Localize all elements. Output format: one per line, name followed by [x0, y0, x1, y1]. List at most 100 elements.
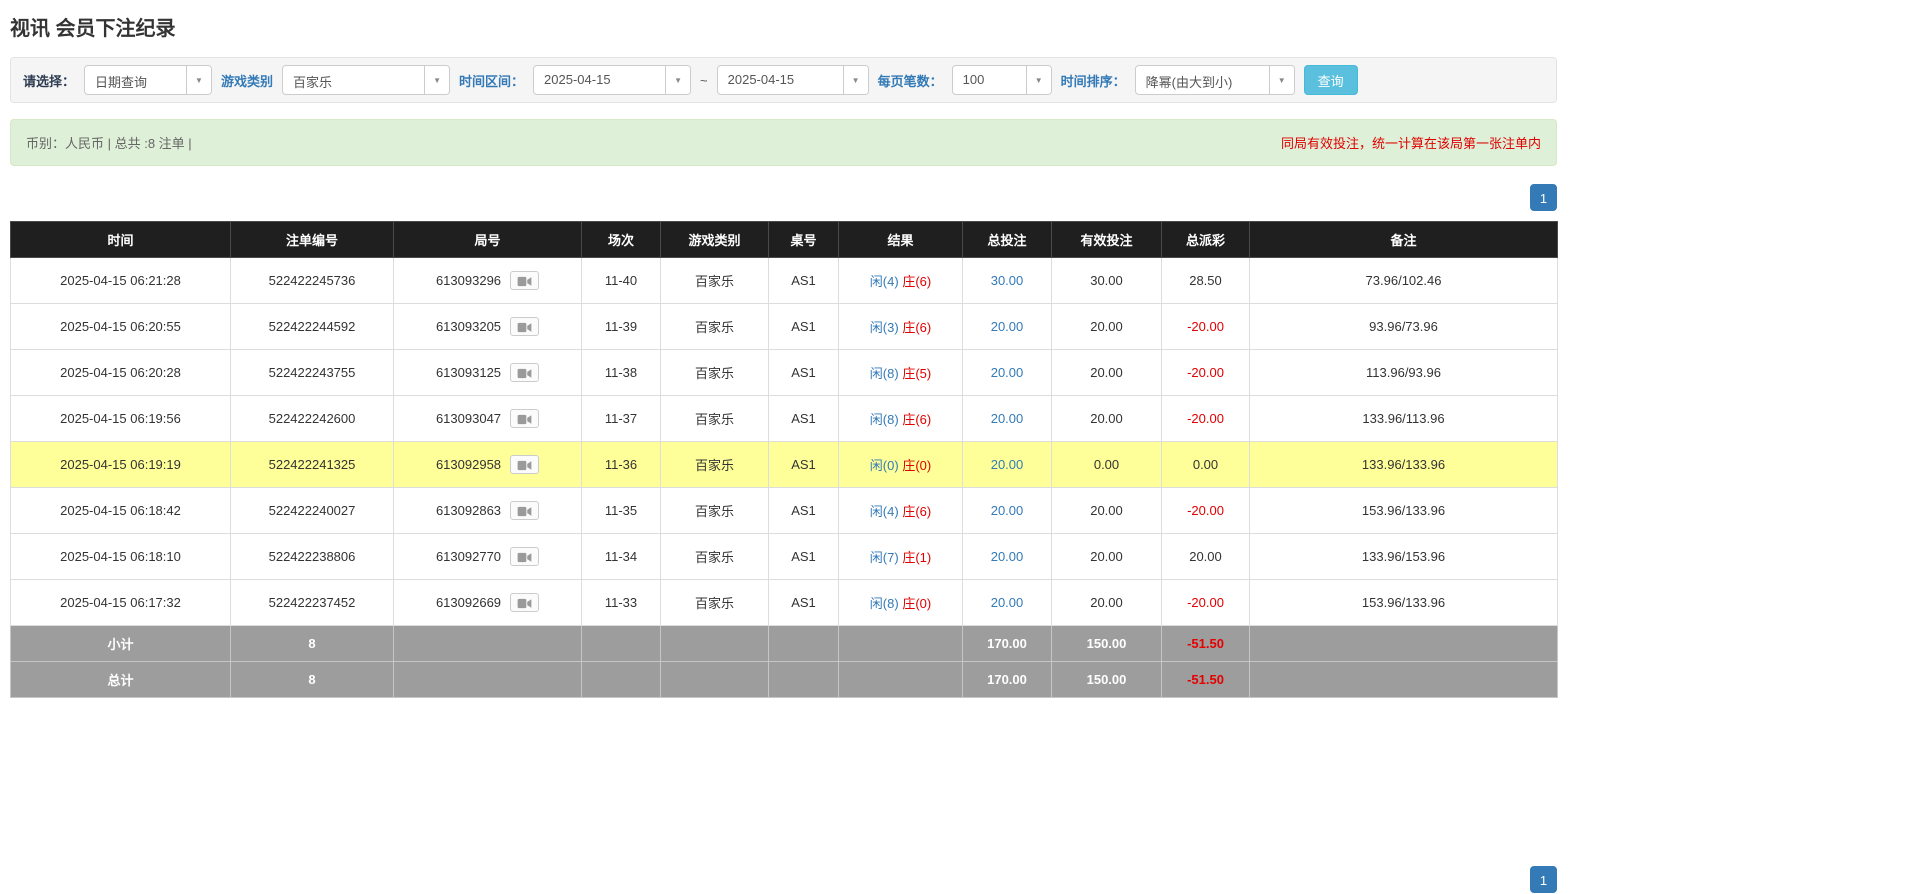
cell-payout: 0.00 — [1162, 442, 1250, 488]
column-header: 场次 — [582, 222, 661, 258]
column-header: 时间 — [11, 222, 231, 258]
page-button-1-bottom[interactable]: 1 — [1530, 866, 1557, 893]
summary-info: 币别：人民币 | 总共 :8 注单 | — [26, 133, 192, 152]
result-player: 闲(4) — [870, 274, 899, 289]
chevron-down-icon[interactable]: ▼ — [843, 66, 868, 94]
cell-session: 11-38 — [582, 350, 661, 396]
summary-row: 总计8170.00150.00-51.50 — [11, 662, 1558, 698]
table-footer: 小计8170.00150.00-51.50总计8170.00150.00-51.… — [11, 626, 1558, 698]
cell-remark: 153.96/133.96 — [1250, 488, 1558, 534]
table-row: 2025-04-15 06:18:42522422240027613092863… — [11, 488, 1558, 534]
cell-valid-bet: 30.00 — [1052, 258, 1162, 304]
pagination-top: 1 — [10, 184, 1557, 211]
sort-order-select[interactable]: 降幂(由大到小) ▼ — [1135, 65, 1295, 95]
column-header: 总派彩 — [1162, 222, 1250, 258]
total-bet-link[interactable]: 20.00 — [991, 549, 1024, 564]
page-button-1[interactable]: 1 — [1530, 184, 1557, 211]
summary-total-bet: 170.00 — [963, 626, 1052, 662]
cell-result: 闲(4) 庄(6) — [839, 488, 963, 534]
total-bet-link[interactable]: 20.00 — [991, 503, 1024, 518]
cell-valid-bet: 20.00 — [1052, 580, 1162, 626]
page-size-value: 100 — [953, 66, 1026, 94]
cell-game-type: 百家乐 — [661, 442, 769, 488]
cell-time: 2025-04-15 06:18:42 — [11, 488, 231, 534]
cell-round: 613093296 — [394, 258, 582, 304]
cell-game-type: 百家乐 — [661, 580, 769, 626]
total-bet-link[interactable]: 20.00 — [991, 595, 1024, 610]
result-banker: 庄(0) — [902, 596, 931, 611]
total-bet-link[interactable]: 20.00 — [991, 457, 1024, 472]
query-type-select[interactable]: 日期查询 ▼ — [84, 65, 212, 95]
summary-empty-cell — [661, 626, 769, 662]
chevron-down-icon[interactable]: ▼ — [665, 66, 690, 94]
cell-table-no: AS1 — [769, 350, 839, 396]
cell-table-no: AS1 — [769, 304, 839, 350]
view-video-button[interactable] — [510, 547, 539, 566]
total-bet-link[interactable]: 20.00 — [991, 365, 1024, 380]
round-number: 613092958 — [436, 457, 501, 472]
result-banker: 庄(5) — [902, 366, 931, 381]
sort-order-value: 降幂(由大到小) — [1136, 66, 1269, 94]
summary-count: 8 — [231, 626, 394, 662]
video-icon — [517, 552, 532, 563]
view-video-button[interactable] — [510, 593, 539, 612]
chevron-down-icon[interactable]: ▼ — [1269, 66, 1294, 94]
cell-bet-id: 522422238806 — [231, 534, 394, 580]
result-player: 闲(3) — [870, 320, 899, 335]
chevron-down-icon[interactable]: ▼ — [424, 66, 449, 94]
result-banker: 庄(1) — [902, 550, 931, 565]
page-size-select[interactable]: 100 ▼ — [952, 65, 1052, 95]
cell-payout: -20.00 — [1162, 488, 1250, 534]
chevron-down-icon[interactable]: ▼ — [1026, 66, 1051, 94]
cell-payout: -20.00 — [1162, 304, 1250, 350]
game-type-select[interactable]: 百家乐 ▼ — [282, 65, 450, 95]
result-player: 闲(8) — [870, 366, 899, 381]
column-header: 游戏类别 — [661, 222, 769, 258]
cell-payout: 28.50 — [1162, 258, 1250, 304]
column-header: 结果 — [839, 222, 963, 258]
cell-game-type: 百家乐 — [661, 350, 769, 396]
cell-game-type: 百家乐 — [661, 488, 769, 534]
cell-round: 613092863 — [394, 488, 582, 534]
cell-table-no: AS1 — [769, 534, 839, 580]
view-video-button[interactable] — [510, 455, 539, 474]
cell-remark: 113.96/93.96 — [1250, 350, 1558, 396]
cell-session: 11-34 — [582, 534, 661, 580]
cell-result: 闲(8) 庄(5) — [839, 350, 963, 396]
chevron-down-icon[interactable]: ▼ — [186, 66, 211, 94]
video-icon — [517, 460, 532, 471]
total-bet-link[interactable]: 20.00 — [991, 411, 1024, 426]
cell-time: 2025-04-15 06:19:56 — [11, 396, 231, 442]
cell-result: 闲(7) 庄(1) — [839, 534, 963, 580]
total-bet-link[interactable]: 20.00 — [991, 319, 1024, 334]
result-banker: 庄(6) — [902, 274, 931, 289]
table-row: 2025-04-15 06:21:28522422245736613093296… — [11, 258, 1558, 304]
search-button[interactable]: 查询 — [1304, 65, 1358, 95]
view-video-button[interactable] — [510, 501, 539, 520]
view-video-button[interactable] — [510, 409, 539, 428]
summary-label: 小计 — [11, 626, 231, 662]
result-banker: 庄(0) — [902, 458, 931, 473]
time-range-label: 时间区间： — [459, 71, 524, 90]
view-video-button[interactable] — [510, 271, 539, 290]
cell-payout: -20.00 — [1162, 396, 1250, 442]
summary-row: 小计8170.00150.00-51.50 — [11, 626, 1558, 662]
filter-bar: 请选择： 日期查询 ▼ 游戏类别 百家乐 ▼ 时间区间： 2025-04-15 … — [10, 57, 1557, 103]
cell-time: 2025-04-15 06:17:32 — [11, 580, 231, 626]
view-video-button[interactable] — [510, 363, 539, 382]
cell-bet-id: 522422242600 — [231, 396, 394, 442]
round-number: 613093047 — [436, 411, 501, 426]
cell-bet-id: 522422240027 — [231, 488, 394, 534]
range-separator: ~ — [700, 73, 708, 88]
cell-remark: 133.96/153.96 — [1250, 534, 1558, 580]
date-to-select[interactable]: 2025-04-15 ▼ — [717, 65, 869, 95]
view-video-button[interactable] — [510, 317, 539, 336]
pagination-bottom: 1 — [10, 866, 1557, 893]
cell-game-type: 百家乐 — [661, 304, 769, 350]
cell-table-no: AS1 — [769, 442, 839, 488]
date-from-select[interactable]: 2025-04-15 ▼ — [533, 65, 691, 95]
date-to-value: 2025-04-15 — [718, 66, 843, 94]
result-banker: 庄(6) — [902, 412, 931, 427]
cell-game-type: 百家乐 — [661, 534, 769, 580]
total-bet-link[interactable]: 30.00 — [991, 273, 1024, 288]
